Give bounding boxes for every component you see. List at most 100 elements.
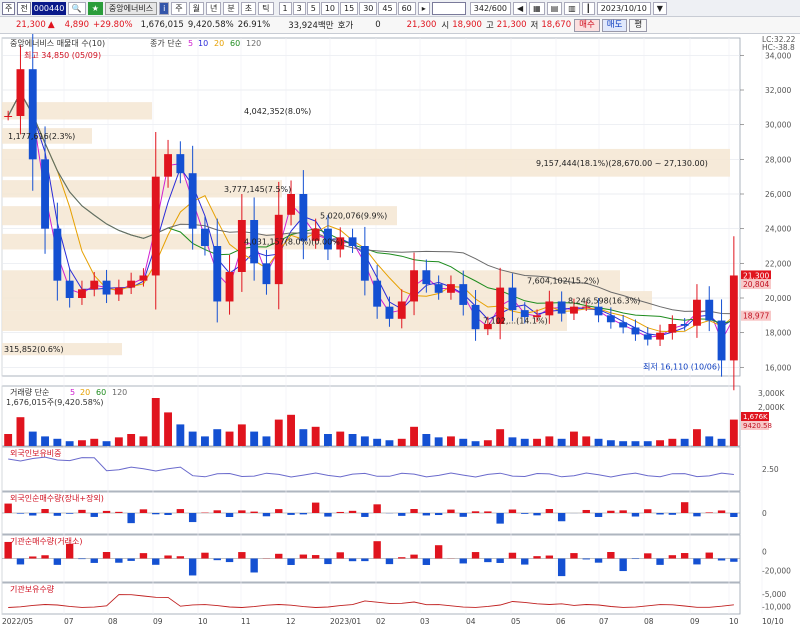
x-axis-label: 2023/01 — [330, 617, 361, 626]
date-field[interactable]: 2023/10/10 — [596, 1, 651, 15]
favorite-button[interactable]: ★ — [87, 1, 103, 15]
x-axis-label: 10 — [729, 617, 739, 626]
net-buy-bar — [16, 513, 25, 514]
scroll-left-button[interactable]: ◀ — [513, 1, 528, 15]
volume-bar — [619, 441, 628, 446]
quote-value: 0 — [375, 20, 381, 30]
volume-ma-period: 20 — [80, 388, 90, 397]
eval-button[interactable]: 평 — [629, 18, 648, 32]
stock-code-input[interactable]: 000440 — [31, 1, 66, 15]
candle-body — [274, 214, 283, 285]
net-buy-bar — [213, 558, 221, 561]
volume-bar — [422, 434, 431, 446]
net-buy-bar — [484, 558, 492, 563]
net-buy-bar — [410, 509, 418, 513]
net-buy-bar — [385, 558, 394, 565]
grid-button[interactable]: ▦ — [529, 1, 545, 15]
net-buy-bar — [4, 503, 12, 513]
buy-button[interactable]: 매수 — [574, 18, 600, 32]
interval-15[interactable]: 15 — [340, 1, 359, 15]
volume-bar — [336, 431, 345, 446]
candle-body — [656, 332, 664, 340]
sell-button[interactable]: 매도 — [601, 18, 628, 32]
net-buy-bar — [275, 553, 283, 559]
interval-60[interactable]: 60 — [397, 1, 416, 15]
net-buy-bar — [299, 554, 308, 559]
net-buy-bar — [78, 558, 86, 560]
interval-45[interactable]: 45 — [378, 1, 397, 15]
net-buy-bar — [324, 558, 332, 565]
candle-body — [360, 246, 369, 281]
type-select[interactable]: 전 — [17, 1, 31, 15]
period-tab-4[interactable]: 초 — [240, 1, 257, 15]
grid3-button[interactable]: ▥ — [564, 1, 580, 15]
grid2-button[interactable]: ▤ — [546, 1, 563, 15]
volume-bar — [201, 436, 209, 446]
candle-body — [127, 280, 136, 288]
price-tick-label: 20,000 — [765, 294, 791, 303]
candle-body — [594, 306, 603, 316]
split-button[interactable]: ┃ — [581, 1, 595, 15]
volume-bar — [434, 437, 443, 446]
current-price: 21,300 — [16, 20, 46, 30]
net-buy-bar — [594, 558, 603, 563]
net-buy-bar — [348, 558, 357, 562]
volume-bar — [53, 438, 62, 446]
interval-5[interactable]: 5 — [306, 1, 320, 15]
period-input[interactable] — [431, 1, 466, 15]
indicator-tick-label: 0 — [762, 509, 767, 518]
turnover-rate: 26.91% — [237, 20, 271, 30]
volume-bar — [447, 436, 455, 446]
x-axis-label: 08 — [644, 617, 654, 626]
candle-body — [680, 324, 689, 326]
calendar-icon: ▼ — [656, 3, 663, 13]
info-button[interactable]: i — [159, 1, 170, 15]
candle-body — [151, 176, 160, 276]
volume-bar — [262, 436, 271, 446]
price-tick-label: 18,000 — [765, 329, 791, 338]
price-tick-label: 26,000 — [765, 190, 791, 199]
interval-3[interactable]: 3 — [292, 1, 306, 15]
stock-chart[interactable]: 4,042,352(8.0%) 1,177,616(2.3%) 9,157,444(… — [0, 34, 800, 626]
period-tab-0[interactable]: 주 — [171, 1, 187, 15]
net-buy-bar — [619, 510, 627, 513]
interval-1[interactable]: 1 — [278, 1, 292, 15]
volume-bar — [680, 438, 689, 446]
net-buy-bar — [705, 512, 713, 513]
period-tab-3[interactable]: 분 — [223, 1, 239, 15]
volume-bar — [631, 441, 640, 446]
x-axis-label: 10/10 — [762, 617, 784, 626]
search-button[interactable]: 🔍 — [67, 1, 86, 15]
candle-body — [643, 334, 652, 340]
volume-profile-label: 1,177,616(2.3%) — [8, 132, 75, 141]
net-buy-bar — [176, 509, 185, 513]
period-tab-5[interactable]: 틱 — [258, 1, 274, 15]
volume-bar — [225, 431, 234, 446]
net-buy-bar — [447, 509, 455, 513]
net-buy-bar — [680, 502, 689, 513]
calendar-button[interactable]: ▼ — [652, 1, 667, 15]
net-buy-bar — [287, 513, 295, 515]
net-buy-bar — [213, 510, 221, 513]
volume-bar — [385, 440, 394, 446]
stock-name: 중앙에너비스 — [104, 1, 158, 15]
net-buy-bar — [533, 556, 541, 559]
period-tab-2[interactable]: 년 — [206, 1, 222, 15]
interval-30[interactable]: 30 — [359, 1, 378, 15]
net-buy-bar — [90, 513, 98, 517]
volume-bar — [139, 436, 148, 446]
info-icon: i — [163, 3, 166, 13]
volume-bar — [324, 434, 332, 446]
period-tab-1[interactable]: 월 — [188, 1, 205, 15]
volume-bar — [287, 414, 295, 446]
volume-bar — [237, 424, 246, 446]
volume-bar — [705, 436, 714, 446]
more-interval-button[interactable]: ▸ — [417, 1, 430, 15]
x-axis-label: 04 — [466, 617, 476, 626]
candle-body — [90, 280, 99, 290]
change-percent: +29.80% — [93, 20, 133, 30]
net-buy-bar — [434, 545, 443, 559]
interval-10[interactable]: 10 — [320, 1, 340, 15]
low-price: 18,670 — [541, 20, 572, 30]
market-select[interactable]: 주 — [2, 1, 16, 15]
